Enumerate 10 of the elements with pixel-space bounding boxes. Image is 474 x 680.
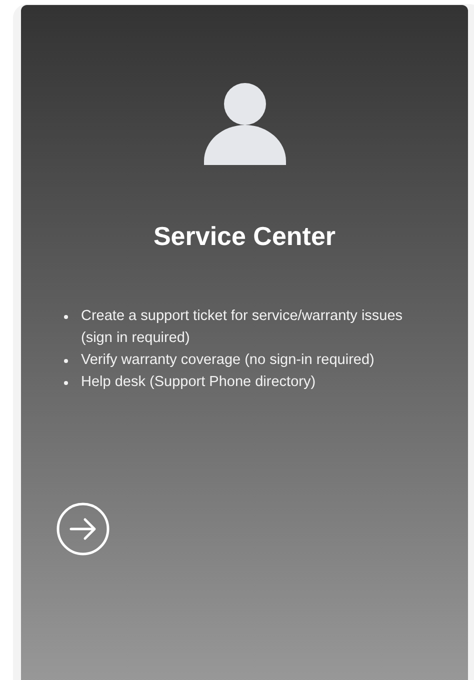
arrow-circle-button[interactable] (56, 502, 110, 556)
bullet-icon (64, 315, 68, 319)
service-card[interactable]: Service Center Create a support ticket for service/warranty issues (sign in required) Verify warranty coverage (no sign-in required) Help desk (Support Phone directory) (21, 5, 468, 680)
feature-item: Help desk (Support Phone directory) (81, 373, 317, 392)
feature-item: Verify warranty coverage (no sign-in required) (81, 351, 376, 370)
person-icon (204, 83, 286, 165)
feature-item: Create a support ticket for service/warranty issues (sign in required) (81, 307, 404, 348)
card-title: Service Center (153, 220, 336, 253)
bullet-icon (64, 359, 68, 363)
bullet-icon (64, 381, 68, 385)
